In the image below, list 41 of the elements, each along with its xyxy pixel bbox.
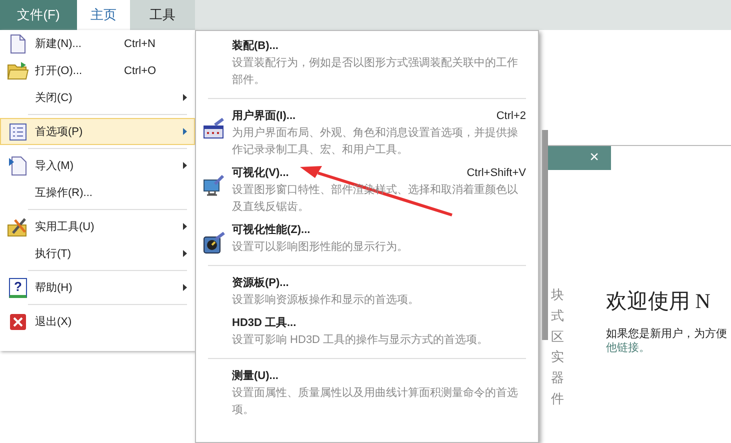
submenu-item[interactable]: 装配(B)... 设置装配行为，例如是否以图形方式强调装配关联中的工作部件。	[196, 35, 538, 92]
menu-item[interactable]: 实用工具(U)	[0, 213, 195, 240]
file-menu-tab[interactable]: 文件(F)	[0, 0, 77, 30]
menu-item[interactable]: 导入(M)	[0, 152, 195, 179]
gauge-pen-icon	[203, 232, 225, 254]
menu-item[interactable]: ? 帮助(H)	[0, 274, 195, 301]
document-import-icon	[9, 156, 27, 176]
close-button[interactable]: ×	[548, 146, 611, 170]
menu-item[interactable]: 退出(X)	[0, 308, 195, 335]
menu-item[interactable]: 新建(N)... Ctrl+N	[0, 30, 195, 57]
close-icon	[9, 312, 27, 330]
toolbox-icon	[7, 216, 29, 236]
submenu-item[interactable]: 可视化性能(Z)... 设置可以影响图形性能的显示行为。	[196, 219, 538, 259]
submenu-item[interactable]: 资源板(P)... 设置影响资源板操作和显示的首选项。	[196, 272, 538, 312]
submenu-arrow-icon	[183, 128, 187, 135]
submenu-arrow-icon	[183, 162, 187, 169]
submenu-arrow-icon	[183, 284, 187, 291]
window-pen-icon	[203, 118, 225, 140]
welcome-text: 如果您是新用户，为方便	[606, 326, 727, 341]
monitor-pen-icon	[203, 175, 225, 197]
menu-item[interactable]: 关闭(C)	[0, 84, 195, 111]
menu-item[interactable]: 打开(O)... Ctrl+O	[0, 57, 195, 84]
scrollbar[interactable]	[542, 130, 548, 340]
submenu-item[interactable]: HD3D 工具... 设置可影响 HD3D 工具的操作与显示方式的首选项。	[196, 312, 538, 352]
menu-item[interactable]: 首选项(P)	[0, 118, 195, 145]
link[interactable]: 他链接。	[606, 340, 650, 355]
help-icon: ?	[9, 278, 27, 298]
welcome-title: 欢迎使用 N	[606, 288, 710, 315]
menu-item[interactable]: 互操作(R)...	[0, 179, 195, 206]
submenu-arrow-icon	[183, 94, 187, 101]
folder-icon	[7, 60, 29, 80]
menu-item[interactable]: 执行(T)	[0, 240, 195, 267]
ribbon-tab[interactable]: 工具	[130, 0, 195, 30]
submenu-arrow-icon	[183, 223, 187, 230]
submenu-item[interactable]: 用户界面(I)... Ctrl+2 为用户界面布局、外观、角色和消息设置首选项，并提供操作记录录制工具、宏、和用户工具。	[196, 105, 538, 162]
submenu-arrow-icon	[183, 250, 187, 257]
submenu-item[interactable]: 测量(U)... 设置面属性、质量属性以及用曲线计算面积测量命令的首选项。	[196, 365, 538, 422]
side-text: 块式区实器件	[551, 286, 564, 408]
ribbon-tab[interactable]: 主页	[77, 0, 130, 30]
list-icon	[9, 122, 27, 140]
document-icon	[10, 34, 26, 54]
